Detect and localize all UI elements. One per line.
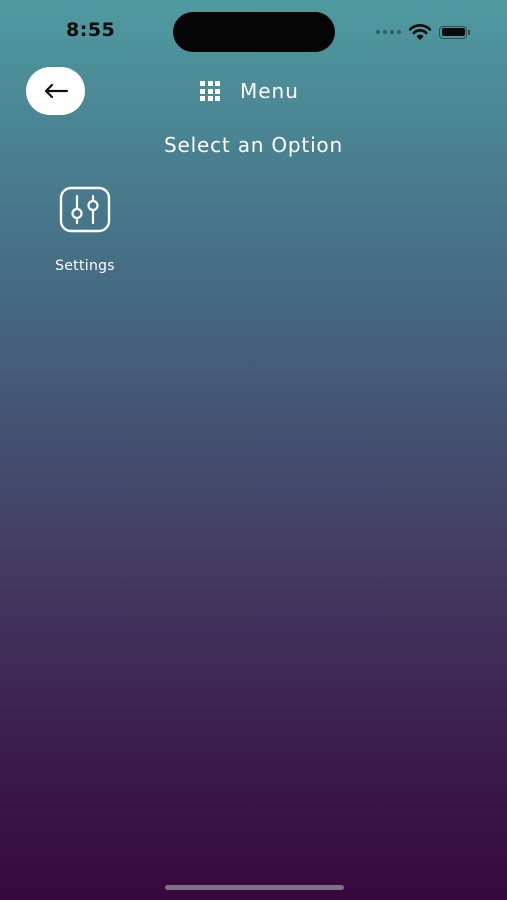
home-indicator[interactable] xyxy=(165,885,344,890)
back-button[interactable] xyxy=(26,67,85,115)
menu-screen: 8:55 Menu Select an Option Settings xyxy=(0,0,507,900)
option-settings-label: Settings xyxy=(55,258,115,274)
menu-title: Menu xyxy=(240,79,299,103)
status-time: 8:55 xyxy=(66,19,116,41)
page-subtitle: Select an Option xyxy=(164,133,343,157)
sliders-icon xyxy=(59,186,111,233)
option-settings[interactable]: Settings xyxy=(40,186,130,278)
status-icons xyxy=(376,22,470,42)
battery-icon xyxy=(439,25,470,39)
signal-icon xyxy=(376,30,401,34)
wifi-icon xyxy=(409,24,431,40)
dynamic-island xyxy=(173,12,335,52)
grid-icon xyxy=(200,81,220,101)
menu-header: Menu xyxy=(200,79,299,103)
arrow-left-icon xyxy=(44,83,68,99)
